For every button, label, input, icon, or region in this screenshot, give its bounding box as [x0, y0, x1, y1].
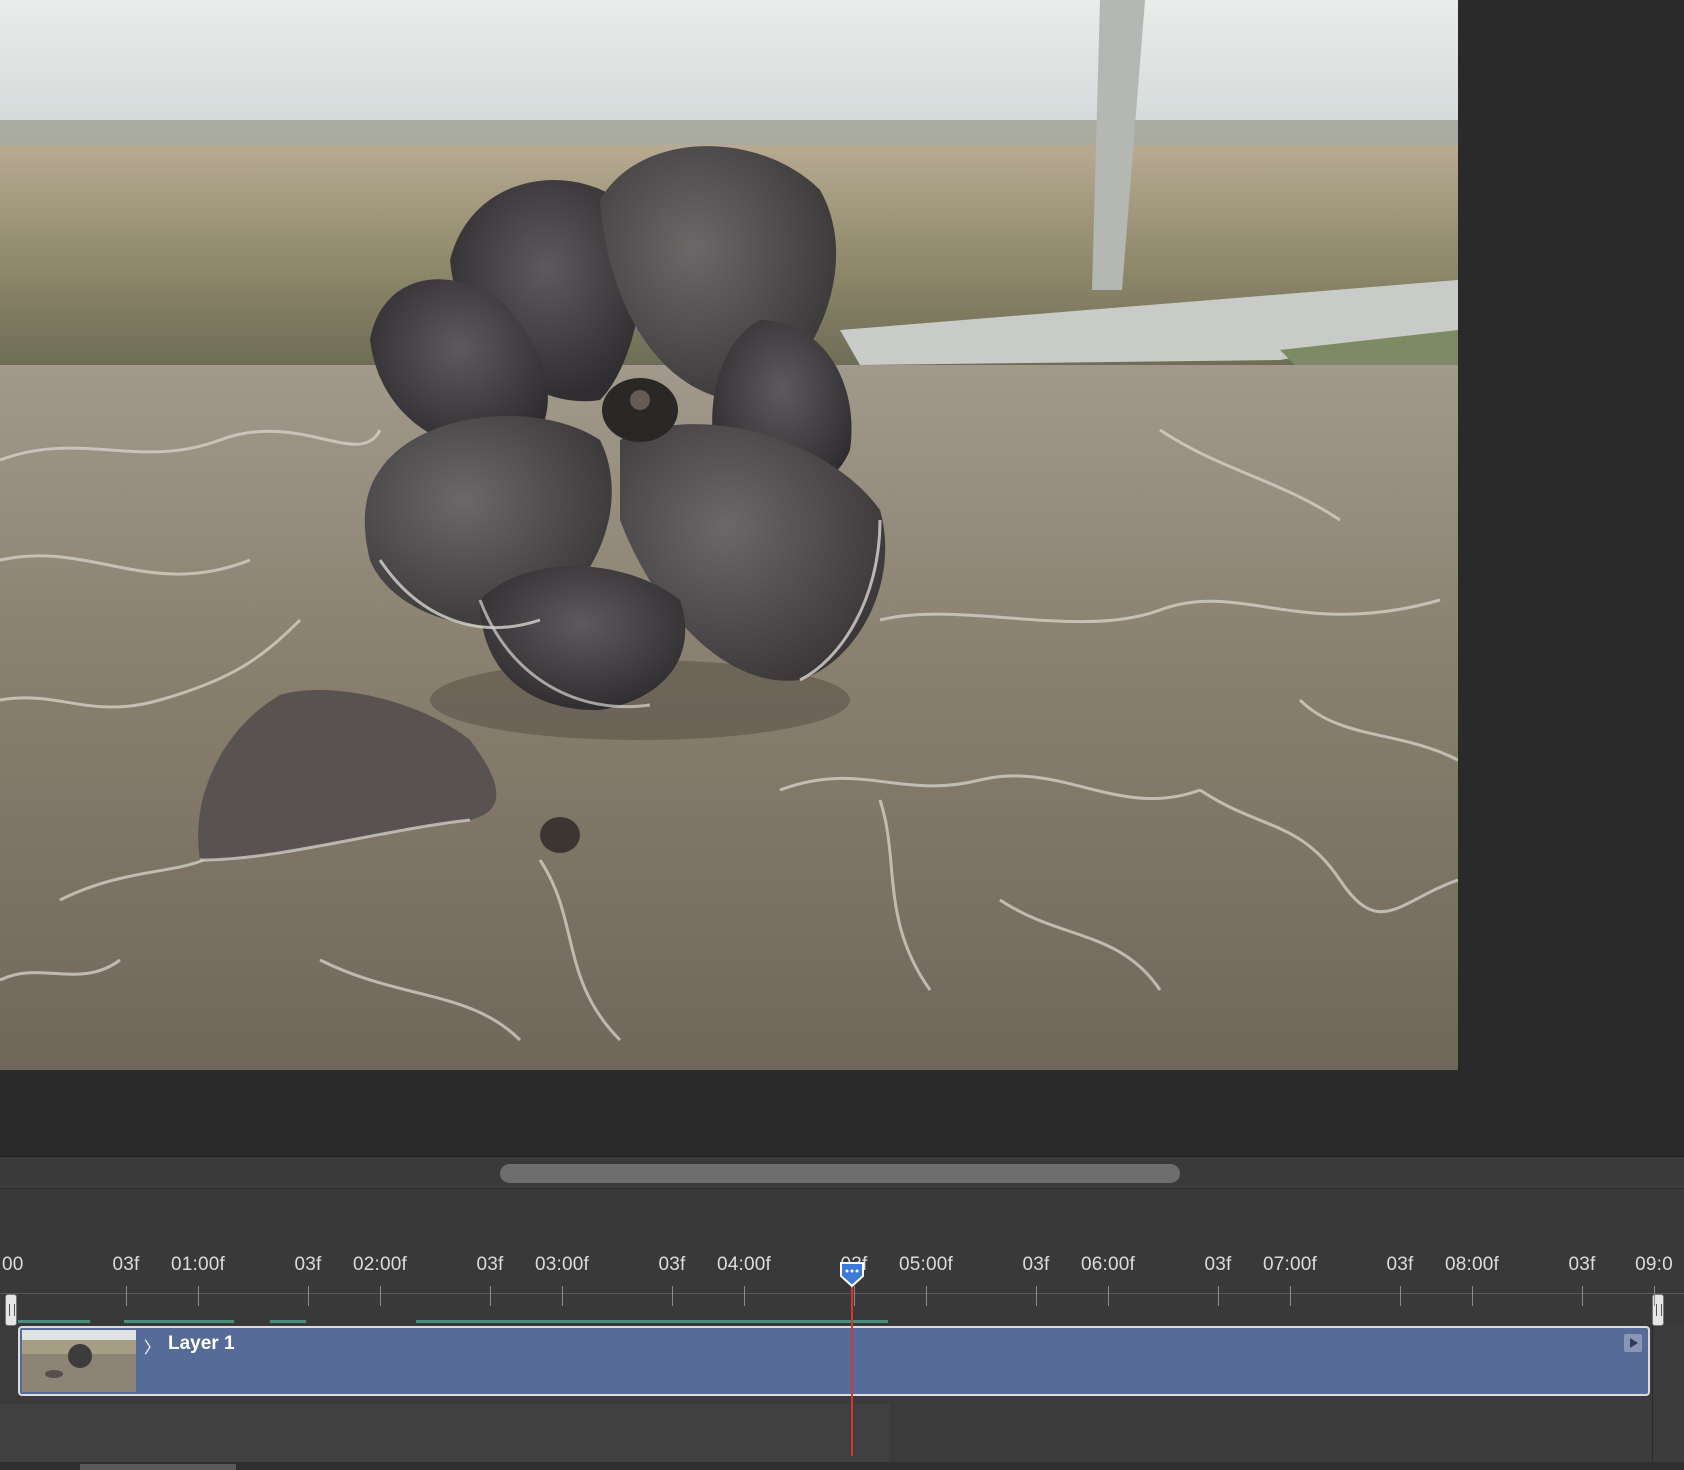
layer-thumbnail [22, 1330, 136, 1392]
ruler-baseline [0, 1293, 1684, 1294]
scrollbar-thumb[interactable] [500, 1164, 1180, 1183]
ruler-tick-label: 00 [2, 1254, 24, 1275]
ruler-tick-mark [1290, 1286, 1291, 1306]
ruler-tick-mark [1472, 1286, 1473, 1306]
ruler-tick-label: 03f [112, 1254, 140, 1275]
canvas-area [0, 0, 1684, 1156]
ruler-tick-label: 02:00f [352, 1254, 408, 1275]
ruler-tick-mark [854, 1286, 855, 1306]
cached-frames-bar [416, 1320, 888, 1323]
ruler-tick-label: 03f [658, 1254, 686, 1275]
work-area-start-handle[interactable] [5, 1294, 17, 1326]
ruler-tick-mark [490, 1286, 491, 1306]
ruler-tick-label: 06:00f [1080, 1254, 1136, 1275]
cached-frames-bar [270, 1320, 306, 1323]
ruler-tick-mark [1108, 1286, 1109, 1306]
ruler-tick-label: 03f [1568, 1254, 1596, 1275]
ruler-tick-mark [1654, 1286, 1655, 1306]
cached-frames-bar [124, 1320, 234, 1323]
track-divider [1652, 1326, 1653, 1470]
ruler-tick-mark [1582, 1286, 1583, 1306]
ruler-tick-label: 09:0 [1635, 1254, 1673, 1275]
timeline-horizontal-scrollbar[interactable] [0, 1156, 1684, 1189]
track-empty-area [0, 1404, 890, 1462]
cached-frames-bar [18, 1320, 90, 1323]
ruler-tick-mark [1400, 1286, 1401, 1306]
canvas-photo[interactable] [0, 0, 1458, 1070]
ruler-tick-mark [744, 1286, 745, 1306]
photo-flower-image [0, 0, 1458, 1070]
ruler-tick-label: 08:00f [1444, 1254, 1500, 1275]
timeline-track-area: 〉 Layer 1 [0, 1326, 1684, 1470]
bottom-scroll-strip[interactable] [0, 1462, 1684, 1470]
ruler-tick-label: 01:00f [170, 1254, 226, 1275]
ruler-tick-label: 03f [1022, 1254, 1050, 1275]
ruler-tick-label: 04:00f [716, 1254, 772, 1275]
layer-expand-chevron-icon[interactable]: 〉 [144, 1334, 160, 1358]
ruler-tick-mark [1218, 1286, 1219, 1306]
ruler-tick-mark [126, 1286, 127, 1306]
video-editor-window: 00 03f 01:00f 03f 02:00f 03f 03:00f 03f 04:00f 03… [0, 0, 1684, 1470]
ruler-tick-mark [926, 1286, 927, 1306]
ruler-tick-mark [562, 1286, 563, 1306]
layer-name-label: Layer 1 [168, 1333, 235, 1354]
ruler-tick-label: 03f [1386, 1254, 1414, 1275]
playhead-line[interactable] [851, 1276, 853, 1456]
bottom-scroll-thumb[interactable] [80, 1464, 236, 1470]
clip-end-arrow-icon[interactable] [1624, 1334, 1642, 1352]
ruler-tick-label: 03f [476, 1254, 504, 1275]
layer-clip[interactable]: 〉 Layer 1 [18, 1326, 1650, 1396]
ruler-tick-label: 07:00f [1262, 1254, 1318, 1275]
ruler-tick-label: 05:00f [898, 1254, 954, 1275]
ruler-tick-mark [1036, 1286, 1037, 1306]
ruler-tick-mark [308, 1286, 309, 1306]
ruler-tick-mark [380, 1286, 381, 1306]
ruler-tick-mark [198, 1286, 199, 1306]
layer-thumbnail-image [22, 1330, 136, 1392]
ruler-tick-label: 03f [294, 1254, 322, 1275]
timeline-toolbar [0, 1188, 1684, 1252]
ruler-tick-label: 03:00f [534, 1254, 590, 1275]
playhead-marker-icon[interactable] [838, 1260, 866, 1288]
ruler-tick-mark [672, 1286, 673, 1306]
ruler-tick-label: 03f [1204, 1254, 1232, 1275]
